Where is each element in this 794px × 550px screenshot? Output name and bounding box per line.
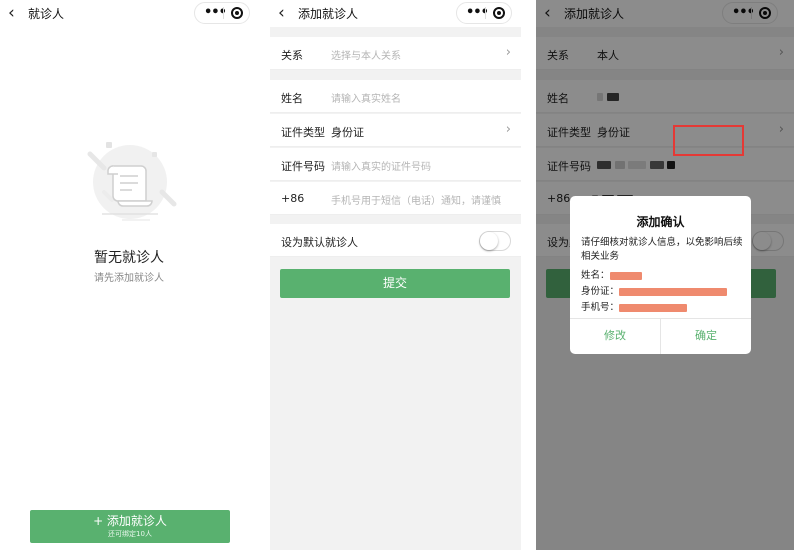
remaining-quota-label: 还可绑定10人 — [108, 530, 152, 538]
id-number-label: 证件号码 — [281, 160, 325, 173]
dialog-message: 请仔细核对就诊人信息，以免影响后续相关业务 — [581, 237, 743, 262]
name-input[interactable]: 请输入真实姓名 — [331, 90, 401, 105]
dialog-id-value-redacted — [619, 287, 728, 296]
id-number-input[interactable]: 请输入真实的证件号码 — [331, 158, 431, 173]
empty-scroll-icon — [87, 142, 177, 221]
dialog-phone-value-redacted — [619, 303, 688, 312]
modify-button[interactable]: 修改 — [570, 318, 660, 354]
add-patient-form-screen: ‹ 添加就诊人 ••• 关系 选择与本人关系 › 姓名 请输入真实姓名 证件类型… — [270, 0, 521, 550]
default-patient-toggle[interactable] — [479, 231, 511, 251]
capsule-divider — [485, 7, 486, 19]
add-patient-confirm-screen: ‹ 添加就诊人 ••• 关系 本人 › 姓名 证件类型 身份证 › 证件号码 +… — [536, 0, 794, 550]
chevron-left-icon[interactable]: ‹ — [8, 2, 24, 24]
empty-state-title: 暂无就诊人 — [94, 250, 164, 266]
add-patient-button[interactable]: + 添加就诊人 还可绑定10人 — [30, 510, 230, 543]
dialog-id-label: 身份证： — [581, 286, 620, 297]
target-circle-icon[interactable] — [493, 7, 505, 19]
id-type-row[interactable]: 证件类型 身份证 › — [270, 114, 521, 147]
relation-select[interactable]: 选择与本人关系 — [331, 47, 401, 62]
dialog-name-label: 姓名： — [581, 270, 610, 281]
chevron-left-icon[interactable]: ‹ — [278, 2, 294, 24]
phone-row: +86 手机号用于短信（电话）通知，请谨慎 — [270, 182, 521, 215]
submit-button[interactable]: 提交 — [280, 269, 510, 298]
phone-input[interactable]: 手机号用于短信（电话）通知，请谨慎 — [331, 192, 511, 207]
name-label: 姓名 — [281, 92, 303, 105]
id-type-select[interactable]: 身份证 — [331, 124, 364, 140]
page-title: 添加就诊人 — [298, 7, 359, 21]
nav-bar: ‹ 就诊人 ••• — [0, 0, 258, 27]
empty-state-subtitle: 请先添加就诊人 — [94, 273, 164, 284]
chevron-right-icon: › — [505, 45, 511, 60]
relation-label: 关系 — [281, 49, 303, 62]
nav-bar: ‹ 添加就诊人 ••• — [270, 0, 521, 27]
add-patient-label: + 添加就诊人 — [93, 514, 167, 528]
default-patient-label: 设为默认就诊人 — [281, 236, 358, 249]
page-title: 就诊人 — [28, 7, 65, 21]
confirm-button[interactable]: 确定 — [661, 318, 751, 354]
dialog-name-value-redacted — [609, 271, 642, 280]
chevron-right-icon: › — [505, 122, 511, 137]
patient-list-screen: ‹ 就诊人 ••• 暂无就诊人 请先添加就诊人 + 添加就诊人 还可绑定10人 — [0, 0, 258, 550]
country-code[interactable]: +86 — [281, 192, 304, 205]
capsule-divider — [223, 7, 224, 19]
dialog-phone-line: 手机号： — [581, 299, 688, 313]
mini-program-capsule: ••• — [456, 2, 512, 24]
confirm-highlight-box — [673, 125, 744, 156]
id-type-label: 证件类型 — [281, 126, 325, 139]
add-confirm-dialog: 添加确认 请仔细核对就诊人信息，以免影响后续相关业务 姓名： 身份证： 手机号：… — [570, 196, 751, 354]
dialog-name-line: 姓名： — [581, 267, 642, 281]
dialog-phone-label: 手机号： — [581, 302, 620, 313]
relation-row[interactable]: 关系 选择与本人关系 › — [270, 37, 521, 70]
default-patient-row: 设为默认就诊人 — [270, 224, 521, 257]
target-circle-icon[interactable] — [231, 7, 243, 19]
dialog-title: 添加确认 — [636, 215, 685, 229]
mini-program-capsule: ••• — [194, 2, 250, 24]
dialog-id-line: 身份证： — [581, 283, 728, 297]
name-row: 姓名 请输入真实姓名 — [270, 80, 521, 113]
id-number-row: 证件号码 请输入真实的证件号码 — [270, 148, 521, 181]
